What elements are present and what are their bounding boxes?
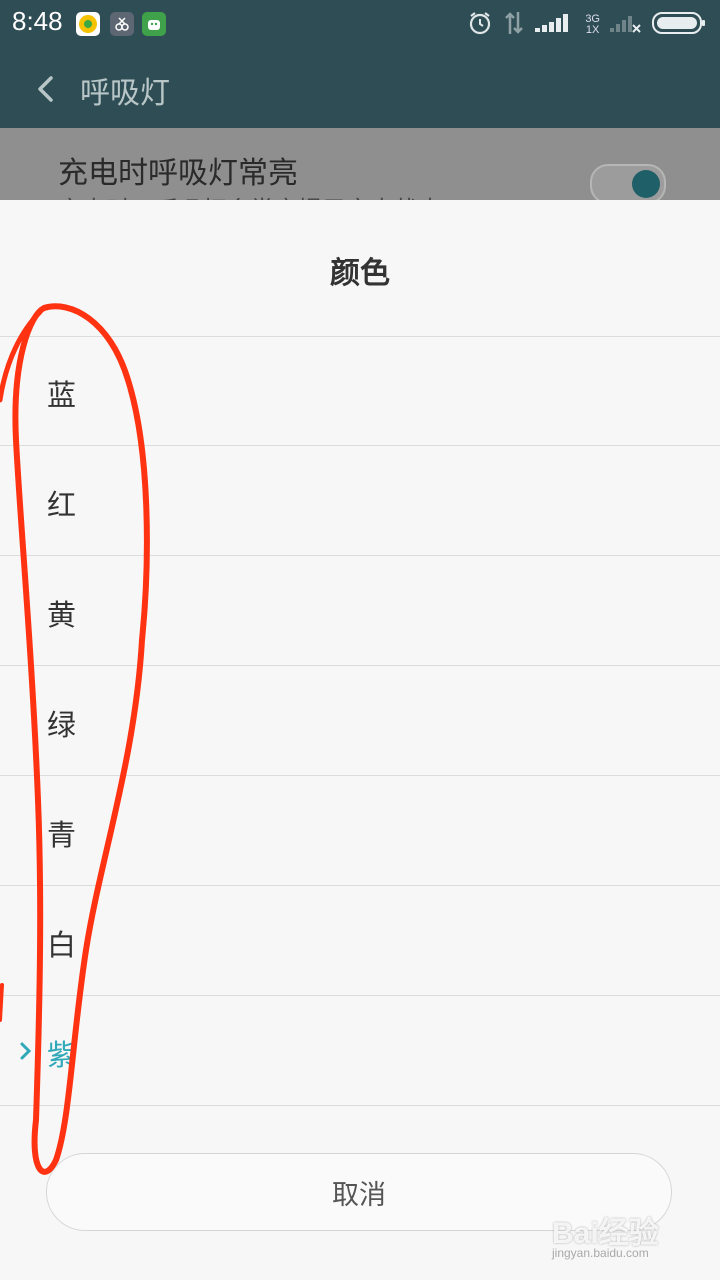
dialog-title: 颜色: [330, 256, 390, 291]
option-label: 白: [47, 928, 77, 962]
page-title: 呼吸灯: [80, 76, 170, 111]
status-bar: 8:48 3G 1X: [0, 0, 720, 50]
signal-empty-icon: [610, 12, 642, 38]
sim-slot: 1X: [585, 24, 600, 36]
setting-title: 充电时呼吸灯常亮: [58, 156, 298, 191]
data-arrows-icon: [503, 10, 525, 40]
signal-icon: [535, 12, 575, 38]
check-chevron-icon: [18, 1040, 34, 1062]
option-label: 绿: [47, 708, 77, 742]
app-scissors-icon: [110, 12, 134, 36]
option-cyan[interactable]: 青: [0, 776, 720, 886]
background-setting-row: 充电时呼吸灯常亮 充电时，呼吸灯会常亮提示充电状态: [0, 128, 720, 200]
option-label: 青: [47, 818, 77, 852]
alarm-icon: [467, 10, 493, 40]
battery-icon: [652, 11, 706, 39]
color-dialog: 颜色 蓝 红 黄 绿 青 白 紫 取消: [0, 200, 720, 1280]
app-bar: 呼吸灯: [0, 50, 720, 128]
status-time: 8:48: [12, 6, 63, 36]
chevron-left-icon[interactable]: [30, 72, 64, 106]
option-purple[interactable]: 紫: [0, 996, 720, 1106]
option-green[interactable]: 绿: [0, 666, 720, 776]
app-music-icon: [76, 12, 100, 36]
network-label: 3G 1X: [585, 14, 600, 36]
option-label: 蓝: [47, 378, 77, 412]
option-label: 红: [47, 488, 77, 522]
option-yellow[interactable]: 黄: [0, 556, 720, 666]
setting-subtitle: 充电时，呼吸灯会常亮提示充电状态: [58, 190, 442, 200]
option-label: 黄: [47, 598, 77, 632]
watermark-url: jingyan.baidu.com: [552, 1246, 649, 1260]
app-android-icon: [142, 12, 166, 36]
option-blue[interactable]: 蓝: [0, 336, 720, 446]
toggle-knob: [632, 170, 660, 198]
setting-toggle: [590, 164, 666, 200]
status-icons: 3G 1X: [467, 10, 706, 40]
option-white[interactable]: 白: [0, 886, 720, 996]
divider: [0, 1105, 720, 1106]
option-label: 紫: [47, 1038, 77, 1072]
option-red[interactable]: 红: [0, 446, 720, 556]
watermark: Bai经验 jingyan.baidu.com: [548, 1208, 698, 1268]
